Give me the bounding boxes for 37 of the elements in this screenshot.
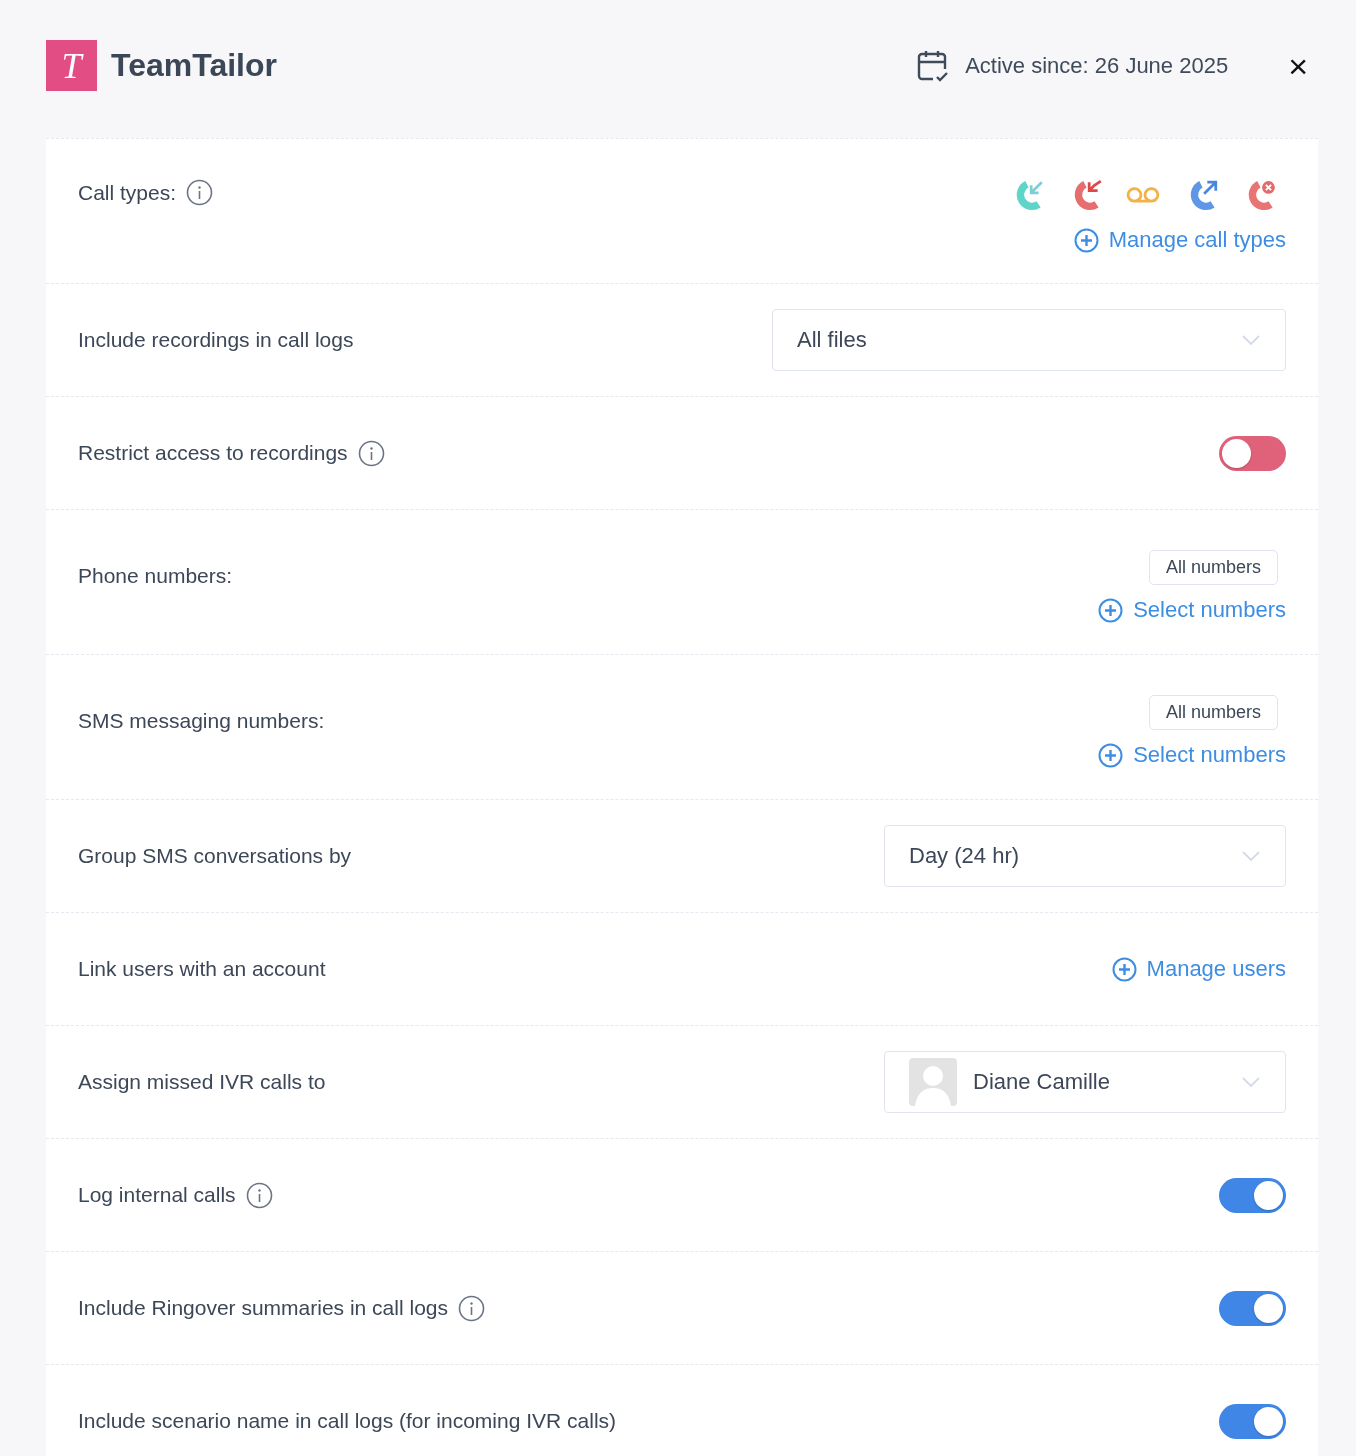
chevron-down-icon	[1241, 1076, 1261, 1088]
setting-label: Group SMS conversations by	[78, 844, 352, 868]
logo: T	[46, 40, 97, 91]
app-title: TeamTailor	[111, 47, 277, 84]
avatar-icon	[909, 1058, 957, 1106]
toggle-switch[interactable]	[1219, 435, 1286, 471]
setting-label: Assign missed IVR calls to	[78, 1070, 326, 1094]
info-icon[interactable]	[357, 439, 385, 467]
info-icon[interactable]	[458, 1294, 485, 1322]
setting-label: Link users with an account	[78, 957, 326, 981]
plus-circle-icon	[1073, 227, 1099, 253]
info-icon[interactable]	[186, 179, 214, 206]
setting-label: Restrict access to recordings	[78, 441, 348, 465]
info-icon[interactable]	[245, 1181, 273, 1209]
setting-label: Phone numbers:	[78, 564, 233, 588]
plus-circle-icon	[1111, 956, 1137, 982]
setting-label: Log internal calls	[78, 1183, 236, 1207]
calendar-check-icon	[917, 48, 950, 83]
chevron-down-icon	[1241, 850, 1261, 862]
toggle-switch[interactable]	[1219, 1403, 1286, 1439]
setting-label: Include recordings in call logs	[78, 328, 354, 352]
plus-circle-icon	[1098, 742, 1124, 768]
close-button[interactable]: ×	[1278, 48, 1318, 83]
user-dropdown[interactable]: Diane Camille	[884, 1051, 1286, 1113]
dropdown[interactable]: All files	[772, 309, 1286, 371]
dropdown[interactable]: Day (24 hr)	[884, 825, 1286, 887]
toggle-switch[interactable]	[1219, 1290, 1286, 1326]
chevron-down-icon	[1241, 334, 1261, 346]
setting-label: Include scenario name in call logs (for incoming IVR calls)	[78, 1409, 617, 1433]
plus-circle-icon	[1098, 597, 1124, 623]
active-since-text: Active since: 26 June 2025	[965, 52, 1229, 79]
toggle-switch[interactable]	[1219, 1177, 1286, 1213]
all-numbers-tag: All numbers	[1148, 695, 1278, 730]
setting-label: SMS messaging numbers:	[78, 709, 325, 733]
all-numbers-tag: All numbers	[1148, 550, 1278, 585]
setting-label: Call types:	[78, 180, 177, 205]
setting-label: Include Ringover summaries in call logs	[78, 1296, 448, 1320]
